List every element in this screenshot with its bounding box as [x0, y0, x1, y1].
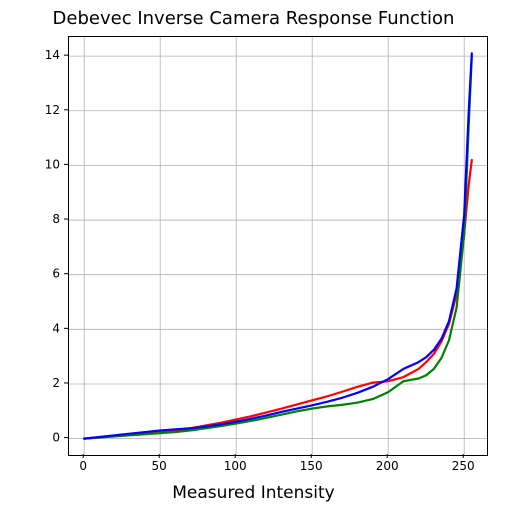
series-red: [84, 160, 472, 439]
svg-text:8: 8: [52, 212, 60, 226]
series-blue: [84, 53, 472, 438]
x-axis-label: Measured Intensity: [0, 483, 507, 503]
svg-text:14: 14: [45, 48, 60, 62]
svg-text:0: 0: [79, 459, 87, 473]
svg-text:2: 2: [52, 376, 60, 390]
plot-area: [68, 36, 488, 456]
y-ticks: 0 2 4 6 8 10 12 14: [45, 48, 68, 444]
plot-svg: [69, 37, 487, 455]
chart-title: Debevec Inverse Camera Response Function: [0, 8, 507, 29]
figure: Debevec Inverse Camera Response Function…: [0, 0, 507, 509]
data-series: [84, 53, 472, 438]
series-green: [84, 56, 472, 438]
svg-text:150: 150: [300, 459, 323, 473]
svg-text:12: 12: [45, 103, 60, 117]
svg-text:100: 100: [224, 459, 247, 473]
svg-text:4: 4: [52, 321, 60, 335]
svg-text:250: 250: [452, 459, 475, 473]
svg-text:200: 200: [376, 459, 399, 473]
svg-text:10: 10: [45, 157, 60, 171]
svg-text:6: 6: [52, 267, 60, 281]
grid-lines: [69, 37, 487, 455]
svg-text:50: 50: [152, 459, 167, 473]
svg-text:0: 0: [52, 431, 60, 445]
